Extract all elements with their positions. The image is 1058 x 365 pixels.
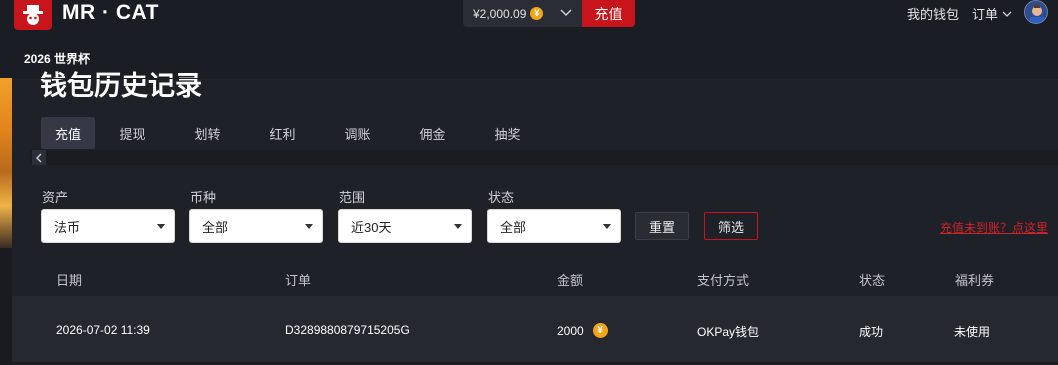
divider — [12, 78, 1058, 79]
caret-down-icon — [454, 224, 462, 229]
range-select[interactable]: 近30天 — [338, 209, 472, 243]
column-order: 订单 — [285, 273, 312, 288]
range-label: 范围 — [339, 190, 366, 205]
row-payment: OKPay钱包 — [697, 325, 760, 339]
page-title: 钱包历史记录 — [40, 71, 202, 100]
range-value: 近30天 — [351, 219, 392, 235]
row-order: D3289880879715205G — [285, 323, 410, 337]
user-avatar[interactable] — [1024, 0, 1048, 24]
row-amount: 2000 — [557, 323, 584, 338]
tabs-scrollbar[interactable] — [30, 150, 1058, 165]
coin-icon: ¥ — [592, 323, 608, 338]
brand-logo-icon[interactable] — [14, 0, 52, 30]
table-row[interactable]: 2026-07-02 11:39 D3289880879715205G 2000… — [12, 296, 1058, 365]
side-banner-shadow — [0, 248, 12, 365]
status-value: 全部 — [500, 219, 527, 235]
tab-deposit[interactable]: 充值 — [41, 117, 95, 149]
chevron-down-icon — [1002, 11, 1012, 17]
row-status: 成功 — [859, 325, 884, 339]
asset-label: 资产 — [42, 190, 69, 205]
caret-down-icon — [305, 224, 313, 229]
coin-icon: ¥ — [530, 7, 544, 20]
tab-adjustment[interactable]: 调账 — [320, 117, 395, 149]
chevron-down-icon[interactable] — [558, 6, 574, 20]
caret-down-icon — [157, 224, 165, 229]
tab-bonus[interactable]: 红利 — [245, 117, 320, 149]
caret-down-icon — [603, 224, 611, 229]
table-header: 日期 订单 金额 支付方式 状态 福利券 — [12, 261, 1058, 295]
orders-label: 订单 — [972, 7, 999, 22]
asset-value: 法币 — [54, 219, 81, 235]
orders-menu[interactable]: 订单 — [972, 4, 1013, 23]
reset-button[interactable]: 重置 — [635, 212, 689, 240]
column-amount: 金额 — [557, 273, 584, 288]
column-date: 日期 — [56, 273, 83, 288]
side-banner-image — [0, 78, 12, 248]
column-coupon: 福利券 — [955, 273, 995, 288]
currency-label: 币种 — [190, 190, 217, 205]
balance-amount: ¥2,000.09 — [473, 6, 527, 21]
currency-value: 全部 — [202, 219, 229, 235]
tab-lottery[interactable]: 抽奖 — [470, 117, 545, 149]
row-date: 2026-07-02 11:39 — [56, 323, 150, 337]
my-wallet-link[interactable]: 我的钱包 — [907, 4, 959, 23]
asset-select[interactable]: 法币 — [41, 209, 175, 243]
row-coupon: 未使用 — [954, 325, 991, 339]
column-payment: 支付方式 — [697, 273, 750, 288]
deposit-not-arrived-link[interactable]: 充值未到账？点这里 — [940, 219, 1058, 236]
tab-withdraw[interactable]: 提现 — [95, 117, 170, 149]
column-status: 状态 — [859, 273, 886, 288]
scroll-left-icon[interactable] — [32, 150, 46, 165]
deposit-button[interactable]: 充值 — [582, 0, 635, 27]
tab-commission[interactable]: 佣金 — [395, 117, 470, 149]
history-tabs: 充值 提现 划转 红利 调账 佣金 抽奖 — [41, 117, 545, 149]
currency-select[interactable]: 全部 — [189, 209, 323, 243]
row-amount-cell: 2000 ¥ — [557, 323, 608, 338]
filter-button[interactable]: 筛选 — [704, 212, 758, 240]
status-select[interactable]: 全部 — [487, 209, 621, 243]
tab-transfer[interactable]: 划转 — [170, 117, 245, 149]
brand-name[interactable]: MR · CAT — [62, 1, 159, 25]
status-label: 状态 — [488, 190, 515, 205]
